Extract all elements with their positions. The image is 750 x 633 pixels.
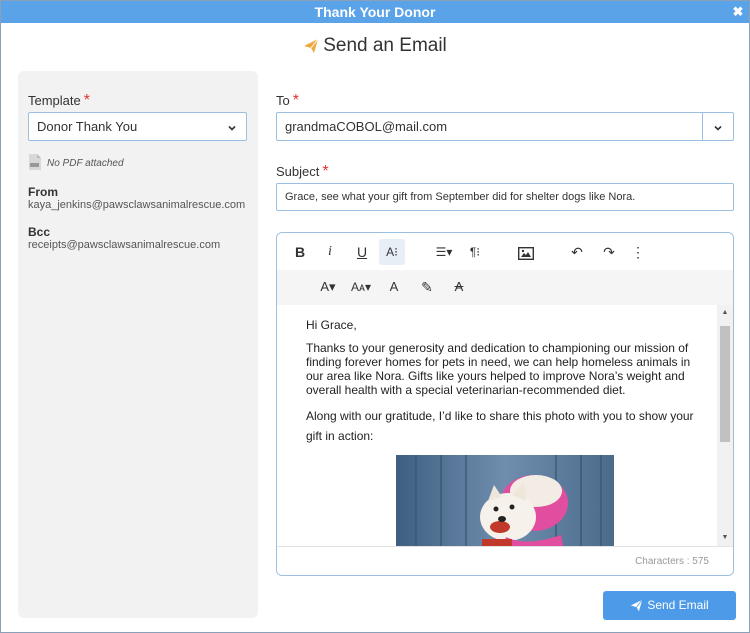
font-size-button[interactable]: Aᴀ▾: [347, 274, 375, 300]
paper-plane-icon: [631, 599, 643, 612]
page-heading: Send an Email: [1, 35, 749, 57]
scrollbar-thumb[interactable]: [720, 326, 730, 442]
chevron-down-icon: [218, 113, 246, 140]
dialog-title: Thank Your Donor: [314, 4, 436, 20]
editor-scrollbar[interactable]: ▲ ▼: [717, 305, 733, 546]
rich-text-editor: B i U A⁝ ☰▾ ¶⁝ ↶ ↷ ⋮ A▾ Aᴀ▾ A ✎ A Hi Gra…: [276, 232, 734, 576]
thank-donor-dialog: Thank Your Donor ✖ Send an Email Templat…: [0, 0, 750, 633]
from-label: From: [28, 185, 58, 199]
align-button[interactable]: ☰▾: [431, 239, 457, 265]
send-email-label: Send Email: [647, 598, 709, 612]
chevron-down-icon[interactable]: [702, 113, 733, 140]
required-mark: *: [292, 92, 299, 109]
undo-icon[interactable]: ↶: [567, 239, 587, 265]
dialog-title-bar: Thank Your Donor ✖: [1, 1, 749, 23]
character-count: Characters : 575: [635, 556, 709, 567]
dog-photo: [395, 455, 614, 546]
close-icon[interactable]: ✖: [731, 1, 745, 23]
editor-content[interactable]: Hi Grace, Thanks to your generosity and …: [277, 305, 717, 546]
required-mark: *: [83, 92, 90, 109]
underline-button[interactable]: U: [353, 239, 371, 265]
paragraph-format-button[interactable]: ¶⁝: [463, 239, 487, 265]
required-mark: *: [322, 163, 329, 180]
template-select[interactable]: Donor Thank You: [28, 112, 247, 141]
bcc-label: Bcc: [28, 225, 51, 239]
more-options-icon[interactable]: ⋮: [631, 239, 645, 265]
to-select[interactable]: grandmaCOBOL@mail.com: [276, 112, 734, 141]
pdf-file-icon: [28, 154, 42, 173]
from-value: kaya_jenkins@pawsclawsanimalrescue.com: [28, 199, 246, 211]
bcc-value: receipts@pawsclawsanimalrescue.com: [28, 239, 221, 251]
subject-label-text: Subject: [276, 164, 320, 179]
to-label: To *: [276, 92, 299, 110]
scroll-up-icon[interactable]: ▲: [717, 307, 733, 319]
font-family-button[interactable]: A▾: [317, 274, 339, 300]
more-text-button[interactable]: A⁝: [379, 239, 405, 265]
send-email-button[interactable]: Send Email: [603, 591, 736, 620]
greeting-text: Hi Grace,: [306, 318, 357, 332]
template-label: Template *: [28, 92, 90, 110]
pdf-status-text: No PDF attached: [47, 158, 124, 170]
heading-text: Send an Email: [323, 35, 447, 56]
text-color-icon[interactable]: A: [385, 274, 403, 300]
to-select-value: grandmaCOBOL@mail.com: [285, 119, 448, 134]
to-label-text: To: [276, 93, 290, 108]
template-label-text: Template: [28, 93, 81, 108]
bold-button[interactable]: B: [291, 239, 309, 265]
redo-icon[interactable]: ↷: [599, 239, 619, 265]
clear-format-icon[interactable]: A: [449, 274, 469, 300]
template-select-value: Donor Thank You: [37, 119, 138, 134]
subject-label: Subject *: [276, 163, 329, 181]
insert-image-button[interactable]: [515, 239, 537, 265]
subject-input[interactable]: Grace, see what your gift from September…: [276, 183, 734, 211]
scroll-down-icon[interactable]: ▼: [717, 532, 733, 544]
editor-toolbar-primary: B i U A⁝ ☰▾ ¶⁝ ↶ ↷ ⋮: [277, 233, 733, 269]
paper-plane-icon: [303, 38, 319, 54]
highlight-icon[interactable]: ✎: [417, 274, 437, 300]
italic-button[interactable]: i: [321, 239, 339, 265]
body-paragraph-2: Along with our gratitude, I’d like to sh…: [306, 409, 694, 443]
editor-footer: Characters : 575: [277, 546, 733, 575]
pdf-attachment-status: No PDF attached: [28, 154, 124, 173]
editor-toolbar-secondary: A▾ Aᴀ▾ A ✎ A: [277, 270, 733, 305]
body-paragraph-1: Thanks to your generosity and dedication…: [306, 341, 691, 397]
